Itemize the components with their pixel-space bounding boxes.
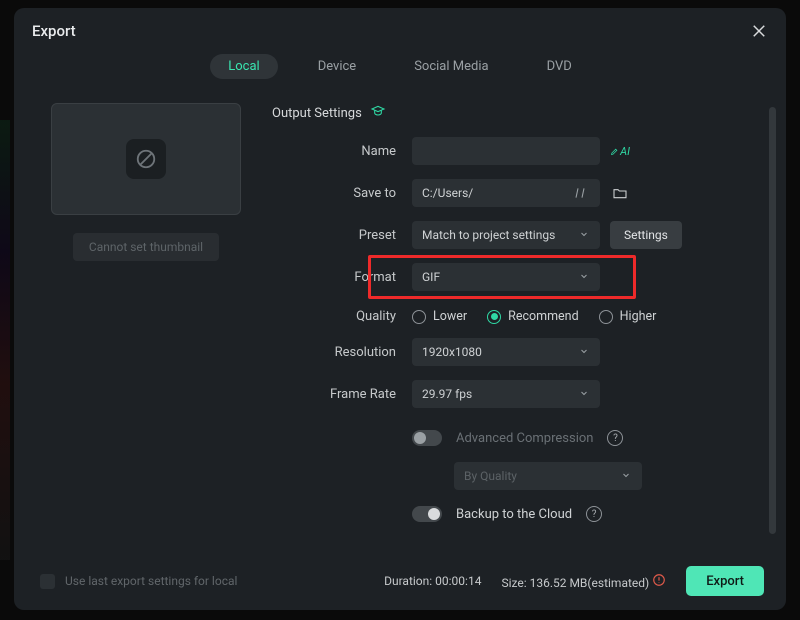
preset-select[interactable]: Match to project settings — [412, 221, 600, 249]
advanced-compression-label: Advanced Compression — [456, 431, 593, 446]
duration-value: 00:00:14 — [435, 574, 481, 588]
export-tabs: Local Device Social Media DVD — [14, 50, 786, 93]
quality-higher[interactable]: Higher — [599, 309, 657, 324]
label-preset: Preset — [272, 228, 412, 243]
duration-label: Duration: — [384, 574, 432, 588]
modal-header: Export — [14, 8, 786, 50]
resolution-select[interactable]: 1920x1080 — [412, 338, 600, 366]
row-format: Format GIF — [272, 263, 736, 291]
thumbnail-panel: Cannot set thumbnail — [46, 103, 246, 554]
warning-icon[interactable] — [652, 573, 666, 587]
help-icon[interactable]: ? — [607, 430, 623, 446]
row-resolution: Resolution 1920x1080 — [272, 338, 736, 366]
settings-button[interactable]: Settings — [610, 221, 682, 249]
cannot-set-thumbnail-button: Cannot set thumbnail — [73, 233, 219, 261]
preset-value: Match to project settings — [422, 228, 555, 242]
footer-left: Use last export settings for local — [40, 574, 237, 589]
export-button[interactable]: Export — [686, 566, 764, 596]
modal-title: Export — [32, 22, 76, 40]
footer-right: Duration: 00:00:14 Size: 136.52 MB(estim… — [384, 566, 764, 596]
name-input[interactable] — [412, 137, 600, 165]
ai-rename-icon[interactable]: AI — [610, 141, 630, 161]
chevron-down-icon — [578, 345, 590, 360]
chevron-down-icon — [578, 228, 590, 243]
resolution-value: 1920x1080 — [422, 345, 482, 359]
label-name: Name — [272, 144, 412, 159]
save-to-value: C:/Users/ — [422, 186, 473, 200]
use-last-checkbox[interactable] — [40, 574, 55, 589]
quality-recommend[interactable]: Recommend — [487, 309, 579, 324]
label-quality: Quality — [272, 309, 412, 324]
row-advanced-compression: Advanced Compression ? — [412, 430, 736, 446]
section-title-text: Output Settings — [272, 106, 362, 121]
quality-recommend-label: Recommend — [508, 309, 579, 324]
thumbnail-preview — [51, 103, 241, 215]
browse-folder-icon[interactable] — [610, 183, 630, 203]
row-quality: Quality Lower Recommend Higher — [272, 309, 736, 324]
scrollbar[interactable] — [769, 107, 776, 534]
label-frame-rate: Frame Rate — [272, 387, 412, 402]
backup-cloud-label: Backup to the Cloud — [456, 507, 572, 522]
modal-footer: Use last export settings for local Durat… — [14, 554, 786, 610]
size-label: Size: — [501, 576, 526, 590]
quality-lower[interactable]: Lower — [412, 309, 467, 324]
size-value: 136.52 MB(estimated) — [530, 576, 650, 590]
compression-mode-value: By Quality — [464, 469, 517, 483]
settings-panel: Output Settings Name AI Save to — [272, 103, 764, 554]
path-segment-icon — [570, 183, 590, 203]
label-save-to: Save to — [272, 186, 412, 201]
chevron-down-icon — [578, 270, 590, 285]
close-icon[interactable] — [750, 22, 768, 40]
tab-local[interactable]: Local — [210, 54, 277, 79]
row-name: Name AI — [272, 137, 736, 165]
chevron-down-icon — [578, 387, 590, 402]
format-value: GIF — [422, 270, 440, 284]
row-frame-rate: Frame Rate 29.97 fps — [272, 380, 736, 408]
label-format: Format — [272, 270, 412, 285]
row-backup-cloud: Backup to the Cloud ? — [412, 506, 736, 522]
help-icon[interactable]: ? — [586, 506, 602, 522]
no-thumbnail-icon — [126, 139, 166, 179]
tab-social-media[interactable]: Social Media — [396, 54, 506, 79]
format-select[interactable]: GIF — [412, 263, 600, 291]
background-strip — [0, 120, 10, 560]
duration-text: Duration: 00:00:14 — [384, 574, 481, 588]
graduation-cap-icon[interactable] — [370, 103, 386, 123]
frame-rate-select[interactable]: 29.97 fps — [412, 380, 600, 408]
quality-lower-label: Lower — [433, 309, 467, 324]
section-title: Output Settings — [272, 103, 736, 123]
tab-device[interactable]: Device — [300, 54, 375, 79]
label-resolution: Resolution — [272, 345, 412, 360]
row-compression-mode: By Quality — [454, 462, 736, 490]
advanced-compression-toggle[interactable] — [412, 430, 442, 446]
row-save-to: Save to C:/Users/ — [272, 179, 736, 207]
chevron-down-icon — [620, 469, 632, 484]
export-modal: Export Local Device Social Media DVD Can… — [14, 8, 786, 610]
backup-cloud-toggle[interactable] — [412, 506, 442, 522]
row-preset: Preset Match to project settings Setting… — [272, 221, 736, 249]
modal-body: Cannot set thumbnail Output Settings Nam… — [14, 93, 786, 554]
tab-dvd[interactable]: DVD — [529, 54, 590, 79]
compression-mode-select: By Quality — [454, 462, 642, 490]
size-text: Size: 136.52 MB(estimated) — [501, 573, 666, 590]
use-last-label: Use last export settings for local — [65, 574, 237, 588]
quality-higher-label: Higher — [620, 309, 657, 324]
save-to-input[interactable]: C:/Users/ — [412, 179, 600, 207]
frame-rate-value: 29.97 fps — [422, 387, 472, 401]
